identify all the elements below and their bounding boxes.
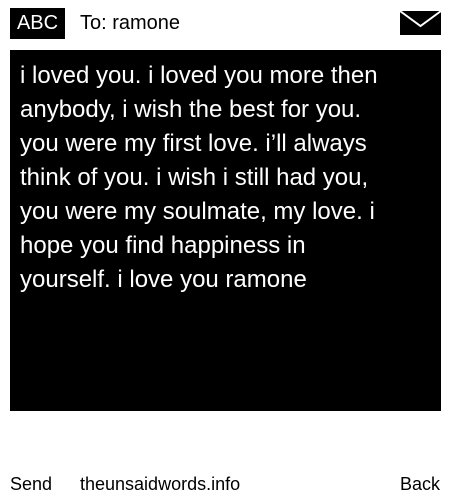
input-mode-badge[interactable]: ABC (10, 8, 65, 39)
site-label: theunsaidwords.info (80, 474, 241, 494)
message-header: ABC To: ramone (0, 0, 450, 46)
back-softkey[interactable]: Back (400, 472, 440, 496)
message-box[interactable]: i loved you. i loved you more then anybo… (10, 50, 441, 411)
send-softkey[interactable]: Send (10, 472, 52, 496)
envelope-icon (399, 10, 442, 35)
recipient-label: To: ramone (80, 12, 181, 34)
message-body: i loved you. i loved you more then anybo… (20, 62, 378, 293)
